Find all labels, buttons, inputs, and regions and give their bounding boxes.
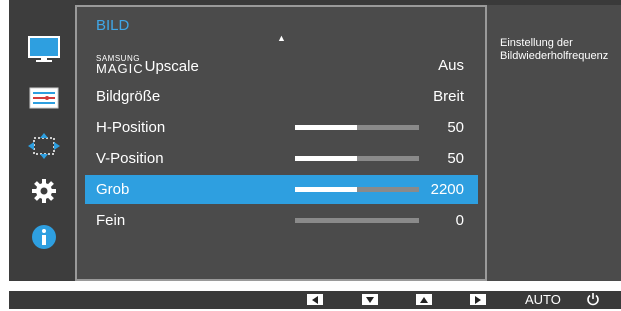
- settings-list-icon[interactable]: [28, 83, 60, 113]
- scroll-up-indicator-icon: ▲: [277, 33, 286, 43]
- info-icon[interactable]: [28, 222, 60, 252]
- menu-panel: BILD ▲ SAMSUNG MAGIC Upscale Aus Bildgrö…: [75, 5, 487, 281]
- menu-item-value: 0: [455, 212, 464, 229]
- gear-icon[interactable]: [28, 176, 60, 206]
- menu-item-fein[interactable]: Fein 0: [85, 206, 478, 235]
- samsung-magic-logo: SAMSUNG MAGIC: [96, 54, 144, 76]
- info-text: Einstellung der Bildwiederholfrequenz: [500, 37, 609, 62]
- menu-item-grob[interactable]: Grob 2200: [85, 175, 478, 204]
- auto-button[interactable]: AUTO: [525, 292, 561, 307]
- menu-item-h-position[interactable]: H-Position 50: [85, 113, 478, 142]
- right-arrow-key[interactable]: [470, 294, 486, 305]
- menu-item-value: 50: [447, 119, 464, 136]
- sidebar: [9, 0, 75, 281]
- menu-item-value: Aus: [438, 57, 464, 74]
- grob-slider[interactable]: [295, 187, 419, 192]
- menu-item-label: H-Position: [96, 119, 166, 136]
- menu-title: BILD: [96, 17, 130, 34]
- h-position-slider[interactable]: [295, 125, 419, 130]
- menu-item-label: Bildgröße: [96, 88, 161, 105]
- menu-item-value: 2200: [430, 181, 464, 198]
- resize-icon[interactable]: [28, 131, 60, 161]
- menu-item-value: Breit: [433, 88, 464, 105]
- power-icon[interactable]: [586, 292, 600, 311]
- menu-item-v-position[interactable]: V-Position 50: [85, 144, 478, 173]
- menu-item-value: 50: [447, 150, 464, 167]
- down-arrow-key[interactable]: [362, 294, 378, 305]
- up-arrow-key[interactable]: [416, 294, 432, 305]
- bottom-button-bar: AUTO: [9, 291, 621, 309]
- menu-item-label: Grob: [96, 181, 130, 198]
- fein-slider[interactable]: [295, 218, 419, 223]
- menu-item-magic-upscale[interactable]: SAMSUNG MAGIC Upscale Aus: [85, 51, 478, 80]
- v-position-slider[interactable]: [295, 156, 419, 161]
- menu-item-label: Fein: [96, 212, 126, 229]
- left-arrow-key[interactable]: [307, 294, 323, 305]
- menu-item-label: V-Position: [96, 150, 164, 167]
- info-panel: Einstellung der Bildwiederholfrequenz: [487, 5, 621, 281]
- menu-item-label: SAMSUNG MAGIC Upscale: [96, 54, 199, 76]
- menu-item-bildgroesse[interactable]: Bildgröße Breit: [85, 82, 478, 111]
- monitor-icon[interactable]: [28, 35, 60, 65]
